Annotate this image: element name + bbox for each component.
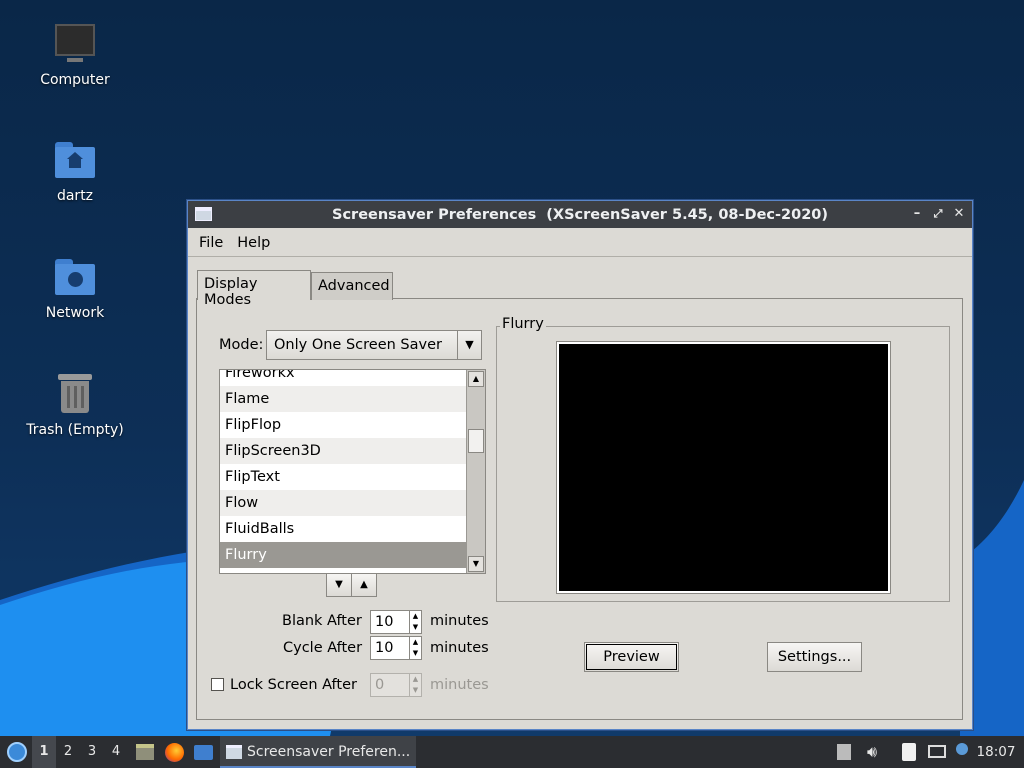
settings-button[interactable]: Settings... [767, 642, 862, 672]
taskbar: 1 2 3 4 Screensaver Preferen... 🔊︎ 18:07 [0, 736, 1024, 768]
firefox-launcher[interactable] [163, 736, 185, 768]
arrow-down-icon: ▼ [335, 579, 343, 590]
taskbar-window-button[interactable]: Screensaver Preferen... [220, 736, 416, 768]
volume-icon[interactable]: 🔊︎ [862, 736, 882, 768]
upload-icon [837, 744, 851, 760]
mode-label: Mode: [219, 337, 264, 353]
list-item[interactable]: Fireworkx [220, 370, 467, 386]
list-item[interactable]: FluidBalls [220, 516, 467, 542]
computer-icon [53, 22, 97, 66]
workspace-2[interactable]: 2 [56, 736, 80, 768]
desktop-icon-label: Network [45, 305, 105, 321]
cycle-after-value: 10 [375, 640, 394, 656]
tray-updates[interactable] [836, 736, 852, 768]
move-down-button[interactable]: ▼ [326, 573, 352, 597]
maximize-icon[interactable]: ⤢ [929, 205, 947, 223]
start-menu-icon [7, 742, 27, 762]
tab-advanced[interactable]: Advanced [311, 272, 393, 300]
preview-button[interactable]: Preview [584, 642, 679, 672]
tray-clipboard[interactable] [900, 736, 918, 768]
close-icon[interactable]: ✕ [950, 205, 968, 223]
tray-notifications[interactable] [954, 736, 972, 768]
menu-help[interactable]: Help [237, 235, 270, 251]
trash-icon [53, 372, 97, 416]
spin-arrows-icon: ▲ ▼ [409, 674, 421, 696]
spin-arrows-icon[interactable]: ▲ ▼ [409, 637, 421, 659]
screensaver-list-items: Fireworkx Flame FlipFlop FlipScreen3D Fl… [220, 370, 467, 568]
scrollbar-thumb[interactable] [468, 429, 484, 453]
window-app-icon [226, 745, 242, 759]
file-manager-launcher[interactable] [134, 736, 156, 768]
blank-after-spinbox[interactable]: 10 ▲ ▼ [370, 610, 422, 634]
file-manager-icon [136, 744, 154, 760]
lock-screen-checkbox[interactable] [211, 678, 224, 691]
list-item[interactable]: FlipFlop [220, 412, 467, 438]
desktop-icon [194, 745, 213, 760]
screensaver-list[interactable]: Fireworkx Flame FlipFlop FlipScreen3D Fl… [219, 369, 486, 574]
desktop-icon-network[interactable]: Network [15, 255, 135, 321]
desktop-icon-home[interactable]: dartz [15, 138, 135, 204]
clock[interactable]: 18:07 [972, 736, 1020, 768]
blank-after-value: 10 [375, 614, 394, 630]
minimize-icon[interactable]: – [908, 205, 926, 223]
workspace-4[interactable]: 4 [104, 736, 128, 768]
desktop-icon-label: Computer [40, 72, 110, 88]
desktop-icon-label: Trash (Empty) [26, 422, 124, 438]
start-menu-button[interactable] [4, 736, 30, 768]
desktop-icon-computer[interactable]: Computer [15, 22, 135, 88]
menu-file[interactable]: File [199, 235, 223, 251]
window-app-icon[interactable] [195, 207, 212, 221]
desktop-icon-trash[interactable]: Trash (Empty) [15, 372, 135, 438]
preview-screen [556, 341, 891, 594]
preview-group-label: Flurry [500, 316, 546, 332]
list-item[interactable]: FlipScreen3D [220, 438, 467, 464]
workspace-1[interactable]: 1 [32, 736, 56, 768]
window-titlebar[interactable]: Screensaver Preferences (XScreenSaver 5.… [188, 201, 972, 228]
notification-icon [956, 743, 968, 755]
blank-after-label: Blank After [282, 613, 362, 629]
cycle-after-spinbox[interactable]: 10 ▲ ▼ [370, 636, 422, 660]
lock-screen-spinbox: 0 ▲ ▼ [370, 673, 422, 697]
list-scrollbar[interactable]: ▲ ▼ [466, 370, 485, 573]
lock-screen-value: 0 [375, 677, 385, 693]
cycle-after-label: Cycle After [283, 640, 363, 656]
taskbar-window-label: Screensaver Preferen... [247, 744, 411, 760]
mode-select-value: Only One Screen Saver [274, 337, 442, 353]
network-folder-icon [53, 255, 97, 299]
menubar: File Help [188, 229, 972, 257]
blank-after-unit: minutes [430, 613, 489, 629]
tab-display-modes[interactable]: Display Modes [197, 270, 311, 308]
desktop-icon-label: dartz [56, 188, 94, 204]
chevron-down-icon[interactable]: ▼ [457, 331, 481, 359]
home-folder-icon [53, 138, 97, 182]
lock-screen-unit: minutes [430, 677, 489, 693]
arrow-up-icon: ▲ [360, 579, 368, 590]
spin-arrows-icon[interactable]: ▲ ▼ [409, 611, 421, 633]
list-item[interactable]: Flow [220, 490, 467, 516]
mode-select[interactable]: Only One Screen Saver ▼ [266, 330, 482, 360]
list-item[interactable]: FlipText [220, 464, 467, 490]
window-title: Screensaver Preferences (XScreenSaver 5.… [332, 206, 828, 223]
list-item-selected[interactable]: Flurry [220, 542, 467, 568]
clipboard-icon [902, 743, 916, 761]
workspace-3[interactable]: 3 [80, 736, 104, 768]
cycle-after-unit: minutes [430, 640, 489, 656]
firefox-icon [165, 743, 184, 762]
tray-network[interactable] [927, 736, 947, 768]
list-item[interactable]: Flame [220, 386, 467, 412]
lock-screen-label[interactable]: Lock Screen After [230, 677, 357, 693]
scroll-down-icon[interactable]: ▼ [468, 556, 484, 572]
show-desktop-launcher[interactable] [192, 736, 214, 768]
scroll-up-icon[interactable]: ▲ [468, 371, 484, 387]
network-icon [928, 745, 946, 758]
move-up-button[interactable]: ▲ [351, 573, 377, 597]
